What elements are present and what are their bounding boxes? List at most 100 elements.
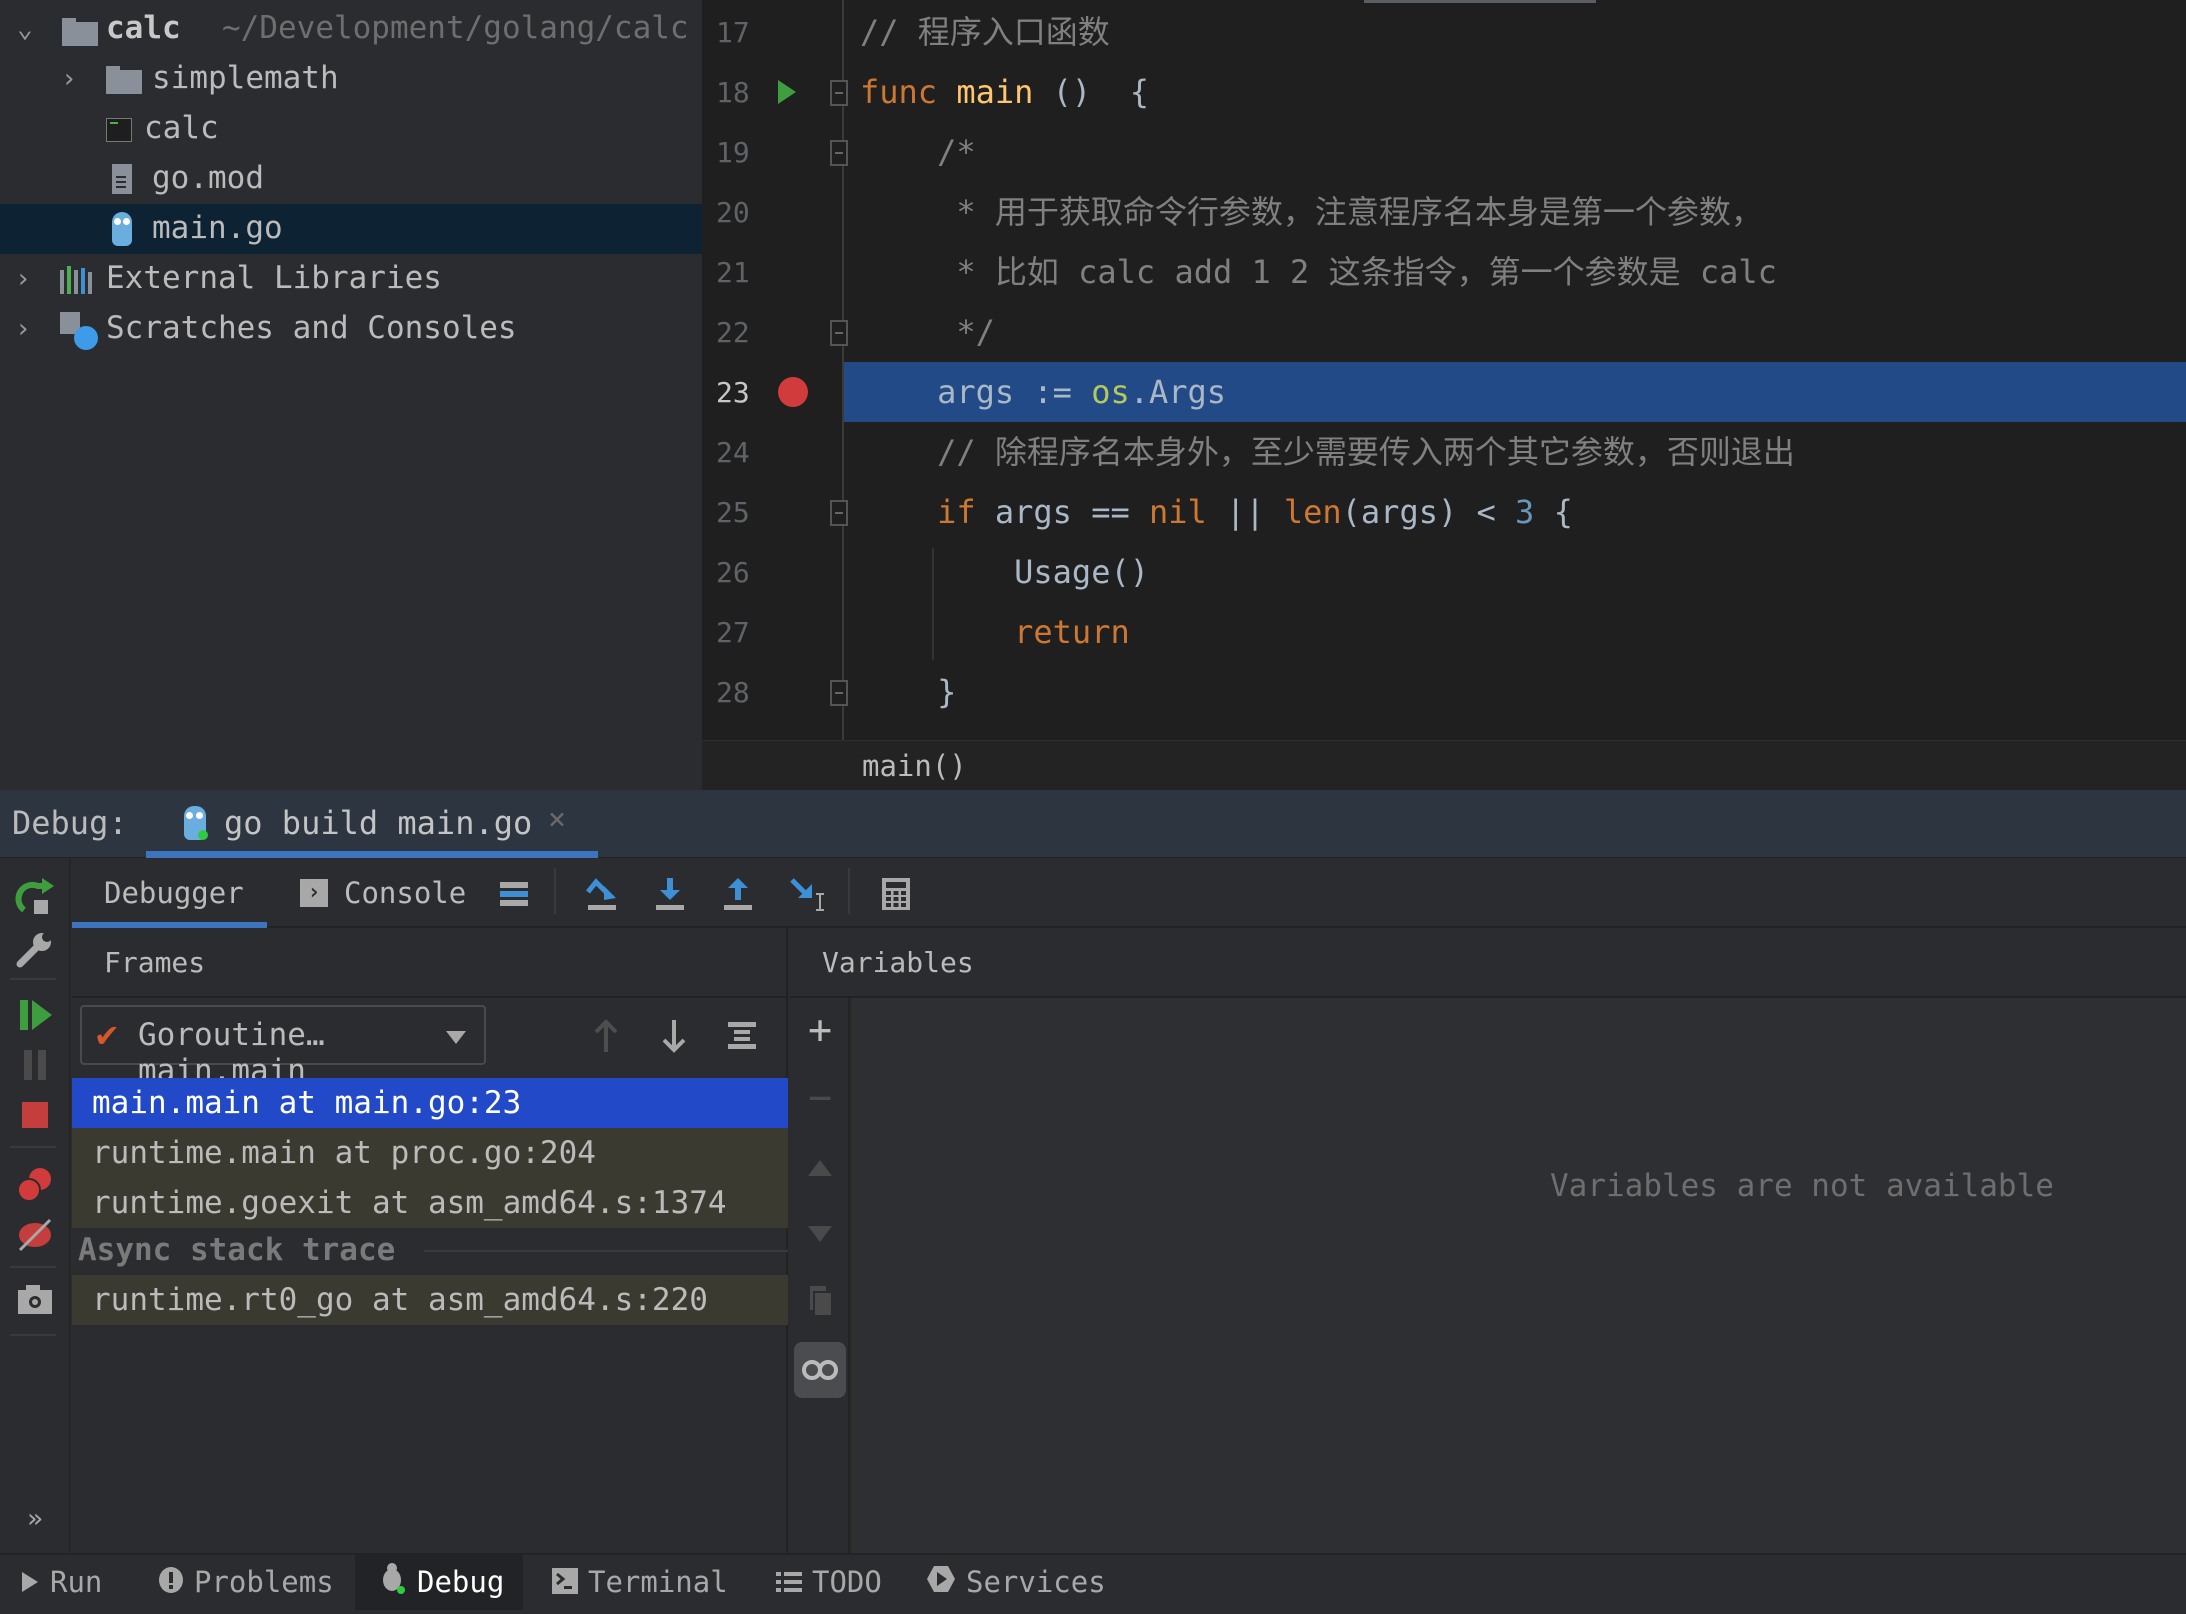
show-execution-point-icon[interactable] xyxy=(496,876,532,912)
bottom-tab-label: TODO xyxy=(812,1565,882,1599)
frame-row[interactable]: runtime.main at proc.go:204 xyxy=(72,1128,788,1178)
tree-item-external-libraries[interactable]: › External Libraries xyxy=(0,254,702,304)
chevron-right-icon[interactable]: › xyxy=(8,314,38,344)
chevron-down-icon[interactable]: ⌄ xyxy=(10,14,40,44)
bottom-tab-label: Terminal xyxy=(588,1565,728,1599)
code-line[interactable]: * 用于获取命令行参数，注意程序名本身是第一个参数， xyxy=(702,182,2186,242)
tab-debugger[interactable]: Debugger xyxy=(72,858,267,928)
code-text: func main () { xyxy=(860,62,1149,122)
code-token: * 用于获取命令行参数，注意程序名本身是第一个参数， xyxy=(860,193,1763,231)
services-icon xyxy=(926,1557,956,1612)
run-config-tab[interactable]: go build main.go × xyxy=(146,790,598,858)
bottom-tab-services[interactable]: Services xyxy=(926,1555,1106,1610)
code-line[interactable]: Usage() xyxy=(702,542,2186,602)
code-text: * 用于获取命令行参数，注意程序名本身是第一个参数， xyxy=(860,182,1763,242)
close-icon[interactable]: × xyxy=(548,802,566,837)
move-down-icon[interactable] xyxy=(800,1214,840,1254)
step-over-icon[interactable] xyxy=(584,876,620,912)
more-icon[interactable]: » xyxy=(14,1498,56,1540)
code-text: /* xyxy=(860,122,976,182)
frame-row[interactable]: main.main at main.go:23 xyxy=(72,1078,788,1128)
bottom-tab-debug[interactable]: Debug xyxy=(355,1555,523,1610)
move-up-icon[interactable] xyxy=(800,1148,840,1188)
tree-item-main-go[interactable]: main.go xyxy=(0,204,702,254)
chevron-right-icon[interactable]: › xyxy=(8,264,38,294)
previous-frame-icon[interactable] xyxy=(588,1016,624,1056)
rerun-icon[interactable] xyxy=(14,876,56,918)
fold-icon[interactable] xyxy=(830,320,848,346)
run-config-label: go build main.go xyxy=(224,804,533,842)
fold-icon[interactable] xyxy=(830,80,848,106)
filter-frames-icon[interactable] xyxy=(724,1016,760,1056)
breadcrumb-item[interactable]: main() xyxy=(862,749,967,783)
chevron-right-icon[interactable]: › xyxy=(54,64,84,94)
run-gutter-icon[interactable] xyxy=(778,80,796,104)
toolbar-separator xyxy=(10,1146,56,1148)
view-breakpoints-icon[interactable] xyxy=(14,1164,56,1206)
tree-item-scratches[interactable]: › Scratches and Consoles xyxy=(0,304,702,354)
tool-window-bar: Run Problems Debug Terminal TODO Service… xyxy=(0,1553,2186,1614)
root-path: ~/Development/golang/calc xyxy=(222,10,689,46)
fold-icon[interactable] xyxy=(830,500,848,526)
code-token: len xyxy=(1283,493,1342,531)
next-frame-icon[interactable] xyxy=(656,1016,692,1056)
bottom-tab-problems[interactable]: Problems xyxy=(158,1555,334,1610)
debug-tab-bar: Debug: go build main.go × xyxy=(0,790,2186,858)
fold-icon[interactable] xyxy=(830,140,848,166)
line-number[interactable]: 23 xyxy=(716,376,756,409)
camera-icon[interactable] xyxy=(14,1278,56,1320)
fold-icon[interactable] xyxy=(830,680,848,706)
code-editor[interactable]: 17 18 19 20 21 22 23 24 25 26 27 28 // 程序入口函数 func m… xyxy=(702,0,2186,740)
breakpoint-icon[interactable] xyxy=(778,377,808,407)
goroutine-select[interactable]: ✔ Goroutine…main.main xyxy=(80,1005,486,1089)
remove-watch-icon[interactable]: − xyxy=(800,1078,840,1118)
bottom-tab-label: Run xyxy=(50,1565,103,1599)
duplicate-watch-icon[interactable] xyxy=(800,1280,840,1320)
bottom-tab-terminal[interactable]: Terminal xyxy=(552,1555,728,1610)
variables-content[interactable]: Variables are not available xyxy=(852,998,2186,1553)
code-line[interactable]: return xyxy=(702,602,2186,662)
tree-item-simplemath[interactable]: › simplemath xyxy=(0,54,702,104)
show-watches-toggle[interactable] xyxy=(794,1342,846,1398)
variables-title: Variables xyxy=(822,946,974,979)
frames-header: Frames xyxy=(72,928,788,998)
code-line[interactable]: */ xyxy=(702,302,2186,362)
breadcrumb: main() xyxy=(702,740,2186,790)
resume-icon[interactable] xyxy=(14,994,56,1036)
code-line[interactable]: * 比如 calc add 1 2 这条指令，第一个参数是 calc xyxy=(702,242,2186,302)
bottom-tab-run[interactable]: Run xyxy=(20,1555,102,1610)
stop-icon[interactable] xyxy=(14,1094,56,1136)
execution-line[interactable]: args := os.Args xyxy=(844,362,2186,422)
tree-item-go-mod[interactable]: go.mod xyxy=(0,154,702,204)
async-frame-row[interactable]: runtime.rt0_go at asm_amd64.s:220 xyxy=(72,1275,788,1325)
step-into-icon[interactable] xyxy=(652,876,688,912)
tab-console[interactable]: › Console xyxy=(300,858,466,928)
tree-root-calc[interactable]: ⌄ calc ~/Development/golang/calc xyxy=(0,4,702,54)
code-line[interactable]: func main () { xyxy=(702,62,2186,122)
code-token: Usage() xyxy=(860,553,1149,591)
frame-row[interactable]: runtime.goexit at asm_amd64.s:1374 xyxy=(72,1178,788,1228)
code-line[interactable]: // 程序入口函数 xyxy=(702,2,2186,62)
evaluate-expression-icon[interactable] xyxy=(878,876,914,912)
code-text: */ xyxy=(860,302,995,362)
run-to-cursor-icon[interactable] xyxy=(788,876,832,912)
mute-breakpoints-icon[interactable] xyxy=(14,1214,56,1256)
tree-item-label: simplemath xyxy=(152,60,339,96)
bottom-tab-todo[interactable]: TODO xyxy=(776,1555,882,1610)
debug-title: Debug: xyxy=(12,804,128,842)
tree-item-calc-binary[interactable]: calc xyxy=(0,104,702,154)
add-watch-icon[interactable]: + xyxy=(800,1010,840,1050)
settings-wrench-icon[interactable] xyxy=(14,928,56,970)
code-token: 3 xyxy=(1515,493,1535,531)
code-line[interactable]: } xyxy=(702,662,2186,722)
pause-icon[interactable] xyxy=(14,1044,56,1086)
glasses-icon xyxy=(802,1360,838,1380)
step-out-icon[interactable] xyxy=(720,876,756,912)
frames-panel: Frames ✔ Goroutine…main.main main.main a… xyxy=(72,928,788,1553)
list-icon xyxy=(776,1557,802,1612)
code-line[interactable]: // 除程序名本身外，至少需要传入两个其它参数，否则退出 xyxy=(702,422,2186,482)
code-token: // 除程序名本身外，至少需要传入两个其它参数，否则退出 xyxy=(860,433,1795,471)
code-line[interactable]: if args == nil || len(args) < 3 { xyxy=(702,482,2186,542)
async-stack-trace-label: Async stack trace xyxy=(78,1232,396,1268)
code-line[interactable]: /* xyxy=(702,122,2186,182)
